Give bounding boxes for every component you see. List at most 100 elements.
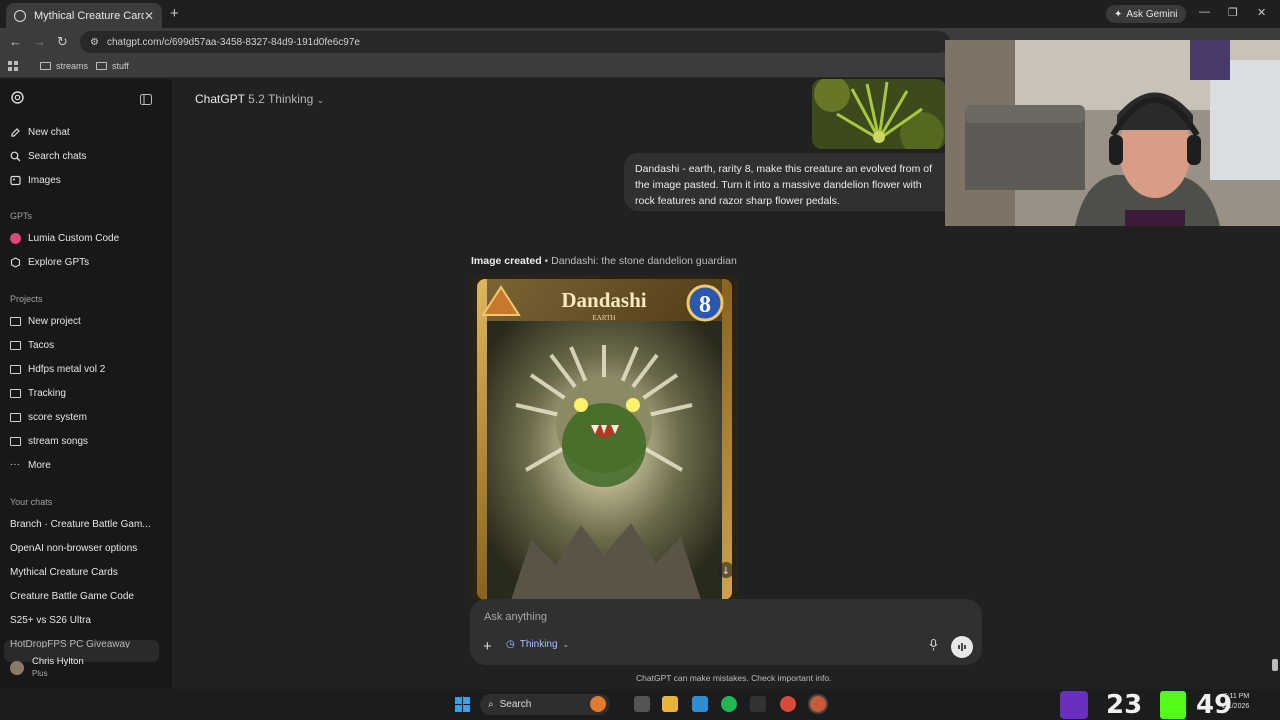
twitch-icon: [1060, 691, 1088, 719]
user-message-bubble: Dandashi - earth, rarity 8, make this cr…: [624, 153, 954, 211]
browser-tab[interactable]: Mythical Creature Cards ✕: [6, 3, 162, 28]
gpt-label: Explore GPTs: [28, 257, 90, 268]
user-account[interactable]: Chris Hylton Plus: [10, 656, 84, 680]
pasted-image-thumbnail[interactable]: [812, 79, 946, 149]
user-message-text: Dandashi - earth, rarity 8, make this cr…: [635, 163, 933, 207]
more-dots-icon: ···: [10, 459, 20, 470]
generated-creature-card-image[interactable]: 8 Dandashi EARTH ↓: [471, 275, 738, 600]
chevron-down-icon: ⌄: [562, 640, 570, 649]
search-icon: ⌕: [488, 699, 494, 710]
twitch-viewer-count: 23: [1106, 690, 1143, 720]
new-tab-button[interactable]: +: [170, 5, 179, 22]
image-caption: Image created • Dandashi: the stone dand…: [471, 255, 737, 267]
bookmark-label: stuff: [112, 61, 129, 71]
voice-mode-button[interactable]: [951, 636, 973, 658]
bookmark-stuff[interactable]: stuff: [96, 61, 129, 71]
back-icon[interactable]: ←: [9, 34, 22, 49]
spotify-icon[interactable]: [721, 696, 737, 712]
download-icon[interactable]: ↓: [722, 566, 730, 577]
project-score-system[interactable]: score system: [10, 412, 87, 423]
site-settings-icon[interactable]: ⚙: [90, 37, 99, 48]
chat-sidebar: New chat Search chats Images GPTs Lumia …: [0, 79, 172, 689]
search-chats-button[interactable]: Search chats: [10, 151, 86, 162]
chat-item[interactable]: S25+ vs S26 Ultra: [10, 615, 160, 626]
chat-item[interactable]: OpenAI non-browser options: [10, 543, 160, 554]
projects-header: Projects: [10, 294, 43, 304]
chat-item-active[interactable]: Mythical Creature Cards: [10, 567, 160, 578]
system-clock[interactable]: 6:11 PM 2/1/2026: [1222, 692, 1249, 712]
microphone-icon[interactable]: [929, 639, 938, 654]
project-tracking[interactable]: Tracking: [10, 388, 66, 399]
project-label: New project: [28, 316, 81, 327]
edit-icon: [11, 128, 20, 137]
tab-title: Mythical Creature Cards: [34, 9, 144, 22]
model-selector[interactable]: ChatGPT 5.2 Thinking ⌄: [195, 92, 324, 106]
file-explorer-icon[interactable]: [662, 696, 678, 712]
explore-gpts-button[interactable]: Explore GPTs: [10, 257, 89, 268]
composer-placeholder: Ask anything: [484, 611, 547, 623]
scrollbar[interactable]: [1272, 659, 1278, 671]
chatgpt-favicon-icon: [14, 9, 26, 22]
waveform-icon: [958, 643, 966, 651]
new-chat-button[interactable]: New chat: [10, 127, 70, 138]
new-chat-label: New chat: [28, 127, 70, 138]
notepad-icon[interactable]: [692, 696, 708, 712]
card-rarity: 8: [699, 292, 711, 318]
disclaimer-text: ChatGPT can make mistakes. Check importa…: [636, 673, 832, 683]
task-view-icon[interactable]: [634, 696, 650, 712]
folder-icon: [10, 389, 21, 398]
close-tab-icon[interactable]: ✕: [144, 9, 154, 23]
your-chats-header: Your chats: [10, 497, 53, 507]
openai-logo-icon[interactable]: [11, 91, 24, 109]
chat-item[interactable]: Creature Battle Game Code: [10, 591, 160, 602]
projects-more-button[interactable]: ··· More: [10, 459, 51, 472]
clock-date: 2/1/2026: [1222, 703, 1250, 710]
project-label: Hdfps metal vol 2: [28, 364, 106, 375]
project-hdfps-metal[interactable]: Hdfps metal vol 2: [10, 364, 105, 375]
apps-grid-icon[interactable]: [8, 61, 19, 72]
folder-icon: [10, 365, 21, 374]
webcam-overlay: [945, 40, 1280, 226]
gpt-lumia-custom-code[interactable]: Lumia Custom Code: [10, 233, 119, 244]
chrome-active-icon[interactable]: [810, 696, 826, 712]
project-tacos[interactable]: Tacos: [10, 340, 54, 351]
folder-icon: [96, 62, 107, 70]
reload-icon[interactable]: ↻: [57, 34, 68, 50]
gpt-label: Lumia Custom Code: [28, 233, 120, 244]
user-plan: Plus: [32, 669, 48, 678]
close-window-button[interactable]: ✕: [1257, 6, 1266, 19]
folder-icon: [40, 62, 51, 70]
hudfx-icon[interactable]: [750, 696, 766, 712]
project-label: Tracking: [28, 388, 66, 399]
lumia-icon: [10, 233, 21, 244]
chat-item[interactable]: Branch · Creature Battle Gam...: [10, 519, 160, 530]
ask-gemini-button[interactable]: ✦ Ask Gemini: [1106, 5, 1186, 23]
url-field[interactable]: ⚙ chatgpt.com/c/699d57aa-3458-8327-84d9-…: [80, 31, 950, 53]
image-icon: [10, 175, 21, 186]
explore-icon: [10, 257, 21, 268]
sidebar-toggle-icon[interactable]: [140, 92, 152, 110]
forward-icon[interactable]: →: [33, 34, 46, 49]
gpts-header: GPTs: [10, 211, 33, 221]
bookmark-streams[interactable]: streams: [40, 61, 88, 71]
windows-taskbar: ⌕ Search 23 49 6:11 PM 2/1/2026: [0, 689, 1280, 720]
add-attachment-icon[interactable]: +: [483, 638, 492, 655]
images-button[interactable]: Images: [10, 175, 61, 186]
model-version: 5.2 Thinking: [248, 92, 314, 106]
search-highlight-icon: [590, 696, 606, 712]
maximize-button[interactable]: ❐: [1228, 6, 1238, 19]
folder-icon: [10, 413, 21, 422]
chat-item[interactable]: HotDropFPS PC Giveaway: [10, 639, 160, 648]
clock-time: 6:11 PM: [1223, 693, 1250, 700]
windows-start-icon[interactable]: [455, 697, 470, 717]
card-element: EARTH: [593, 314, 616, 322]
project-new[interactable]: New project: [10, 316, 81, 327]
chrome-icon[interactable]: [780, 696, 796, 712]
project-stream-songs[interactable]: stream songs: [10, 436, 88, 447]
project-label: score system: [28, 412, 87, 423]
minimize-button[interactable]: —: [1199, 6, 1210, 18]
kick-icon: [1160, 691, 1186, 719]
avatar: [10, 661, 24, 675]
thinking-mode-button[interactable]: ◷ Thinking ⌄: [506, 639, 569, 650]
message-composer[interactable]: Ask anything + ◷ Thinking ⌄: [470, 599, 982, 665]
